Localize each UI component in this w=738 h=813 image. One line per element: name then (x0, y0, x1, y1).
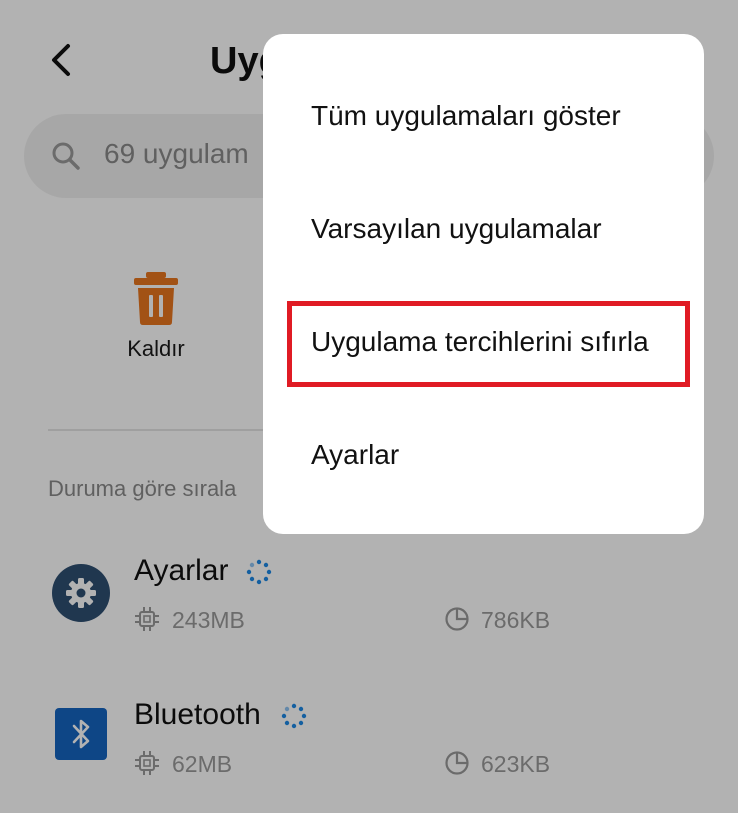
menu-item-label: Varsayılan uygulamalar (311, 213, 602, 244)
menu-item-show-all-apps[interactable]: Tüm uygulamaları göster (263, 60, 704, 172)
menu-item-default-apps[interactable]: Varsayılan uygulamalar (263, 173, 704, 285)
menu-item-label: Tüm uygulamaları göster (311, 100, 621, 131)
overflow-menu: Tüm uygulamaları göster Varsayılan uygul… (263, 34, 704, 534)
highlight-box (287, 301, 690, 387)
app-manager-screen: Uyg 69 uygulam Kaldır Duruma göre sırala (0, 0, 738, 813)
menu-item-label: Ayarlar (311, 439, 400, 470)
menu-item-settings[interactable]: Ayarlar (263, 399, 704, 511)
